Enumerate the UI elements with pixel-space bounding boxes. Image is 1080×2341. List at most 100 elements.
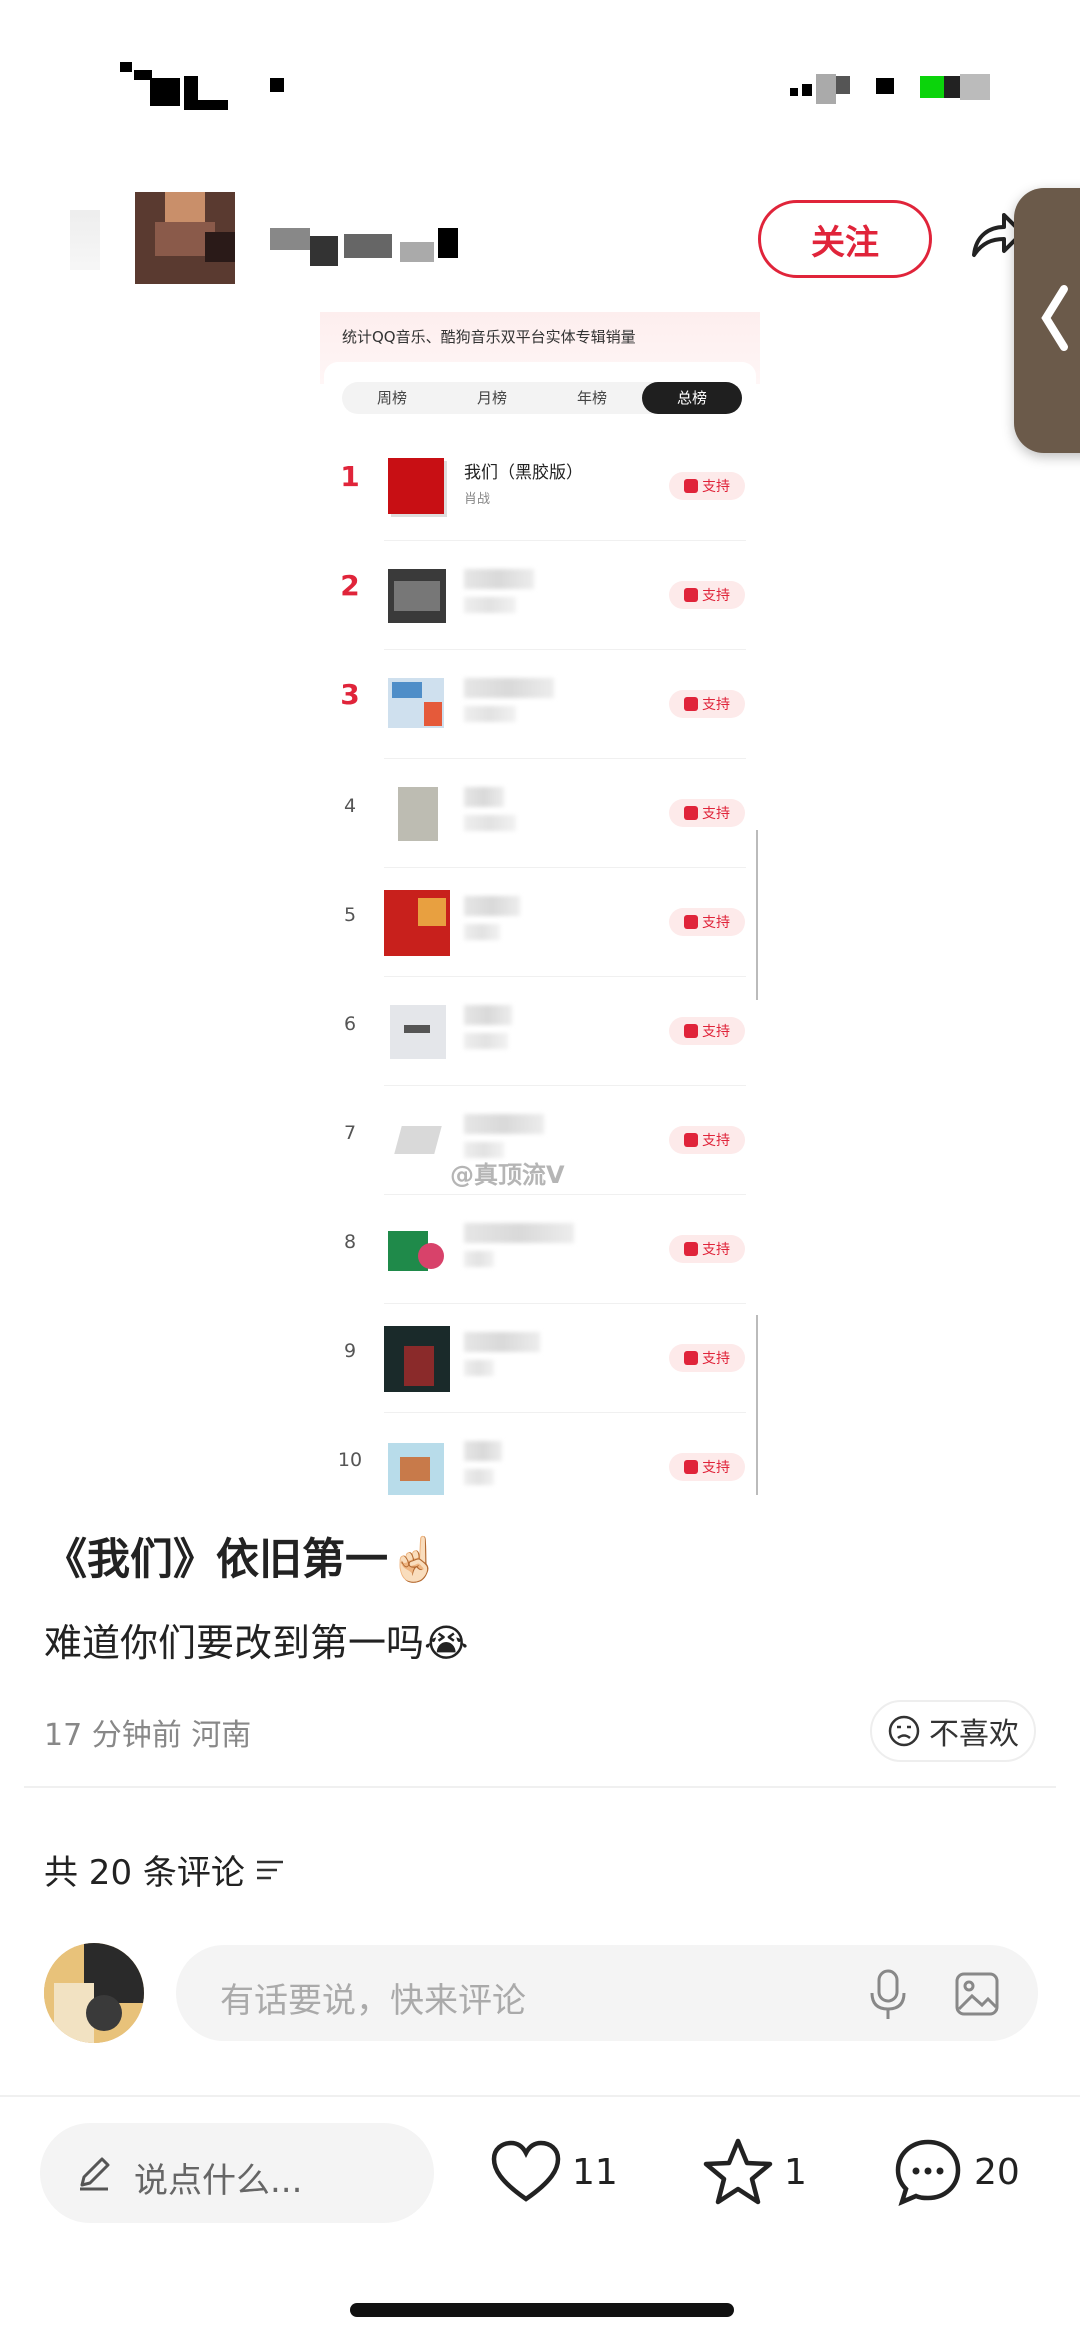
comment-bubble-icon [895,2139,961,2206]
trend-icon [684,1351,698,1365]
chevron-left-icon [1041,285,1068,351]
say-something-input[interactable]: 说点什么... [40,2123,434,2223]
trend-icon [684,915,698,929]
ranking-tabs: 周榜 月榜 年榜 总榜 [342,382,742,414]
frown-face-icon [888,1715,920,1747]
comment-input-placeholder: 有话要说，快来评论 [220,1981,526,2021]
rank-row-2: 2 支持 [324,541,756,650]
rank-number: 10 [337,1449,363,1471]
comment-button[interactable]: 20 [892,2130,1020,2214]
support-button: 支持 [669,908,745,936]
ranking-card: 周榜 月榜 年榜 总榜 1 我们（黑胶版） 肖战 支持 2 支持 3 支持 4 … [324,362,756,1495]
rank-row-1: 1 我们（黑胶版） 肖战 支持 [324,432,756,541]
scroll-marker [756,830,758,1000]
trend-icon [684,1024,698,1038]
rank-row-5: 5 支持 [324,868,756,977]
album-cover [384,1435,448,1499]
support-button: 支持 [669,581,745,609]
rank-number: 5 [343,904,357,926]
post-time: 17 分钟前 [44,1718,182,1753]
status-bar [0,0,1080,170]
trend-icon [684,1460,698,1474]
album-cover [384,1326,450,1392]
album-cover [384,454,448,518]
status-time [120,62,284,114]
star-button[interactable]: 1 [702,2130,807,2214]
album-cover [384,672,448,736]
rank-row-8: 8 支持 [324,1195,756,1304]
author-name[interactable] [270,228,470,274]
image-icon[interactable] [954,1971,1000,2017]
support-button: 支持 [669,472,745,500]
album-title: 我们（黑胶版） [464,463,583,483]
album-artist: 肖战 [464,492,491,507]
tab-monthly: 月榜 [476,389,507,407]
say-something-placeholder: 说点什么... [134,2161,303,2201]
rank-row-9: 9 支持 [324,1304,756,1413]
album-cover [384,890,450,956]
rank-number: 4 [343,795,357,817]
sort-icon [256,1860,283,1879]
album-cover [384,563,448,627]
image-watermark: @真顶流V [450,1161,565,1189]
author-avatar[interactable] [135,192,235,284]
album-cover [384,781,448,845]
like-count: 11 [572,2151,618,2193]
dislike-label: 不喜欢 [929,1717,1019,1752]
post-meta: 17 分钟前 河南 [44,1710,251,1754]
divider [24,1786,1056,1788]
album-cover [384,999,448,1063]
trend-icon [684,806,698,820]
album-cover [384,1217,448,1281]
rank-row-10: 10 支持 [324,1413,756,1522]
trend-icon [684,1242,698,1256]
rank-number: 9 [343,1340,357,1362]
comment-count[interactable]: 共 20 条评论 [44,1845,285,1894]
trend-icon [684,1133,698,1147]
pen-icon [80,2157,110,2191]
tab-total: 总榜 [642,382,742,414]
follow-button[interactable]: 关注 [758,200,932,278]
status-icons [790,70,1040,110]
like-button[interactable]: 11 [490,2130,618,2214]
rank-number: 8 [343,1231,357,1253]
home-indicator[interactable] [350,2303,734,2317]
support-button: 支持 [669,690,745,718]
rank-number: 1 [340,460,360,493]
support-button: 支持 [669,1453,745,1481]
support-button: 支持 [669,799,745,827]
trend-icon [684,588,698,602]
trend-icon [684,697,698,711]
post-location: 河南 [191,1718,252,1753]
tab-weekly: 周榜 [376,389,407,407]
rank-number: 6 [343,1013,357,1035]
rank-number: 2 [340,569,360,602]
dislike-button[interactable]: 不喜欢 [870,1700,1036,1762]
scroll-marker [756,1315,758,1495]
star-count: 1 [784,2151,807,2193]
trend-icon [684,479,698,493]
comment-count-label: 共 20 条评论 [44,1853,245,1893]
back-button[interactable] [70,210,100,270]
album-cover [384,1108,448,1172]
post-title: 《我们》依旧第一☝🏻 [44,1535,442,1585]
post-image[interactable]: 统计QQ音乐、酷狗音乐双平台实体专辑销量 周榜 月榜 年榜 总榜 1 我们（黑胶… [320,300,760,1495]
tab-yearly: 年榜 [576,389,607,407]
microphone-icon[interactable] [866,1967,910,2021]
rank-row-3: 3 支持 [324,650,756,759]
ranking-list: 1 我们（黑胶版） 肖战 支持 2 支持 3 支持 4 支持 5 支持 6 支持… [324,432,756,1522]
support-button: 支持 [669,1017,745,1045]
comment-input[interactable]: 有话要说，快来评论 [176,1945,1038,2041]
support-button: 支持 [669,1344,745,1372]
rank-row-4: 4 支持 [324,759,756,868]
star-icon [703,2138,773,2205]
user-avatar [44,1943,144,2043]
comment-count-bottom: 20 [974,2151,1020,2193]
rank-number: 3 [340,678,360,711]
side-drawer-tab[interactable] [1014,188,1080,453]
support-button: 支持 [669,1235,745,1263]
post-body: 难道你们要改到第一吗😭 [44,1621,469,1665]
rank-number: 7 [343,1122,357,1144]
rank-row-6: 6 支持 [324,977,756,1086]
heart-icon [491,2140,561,2202]
